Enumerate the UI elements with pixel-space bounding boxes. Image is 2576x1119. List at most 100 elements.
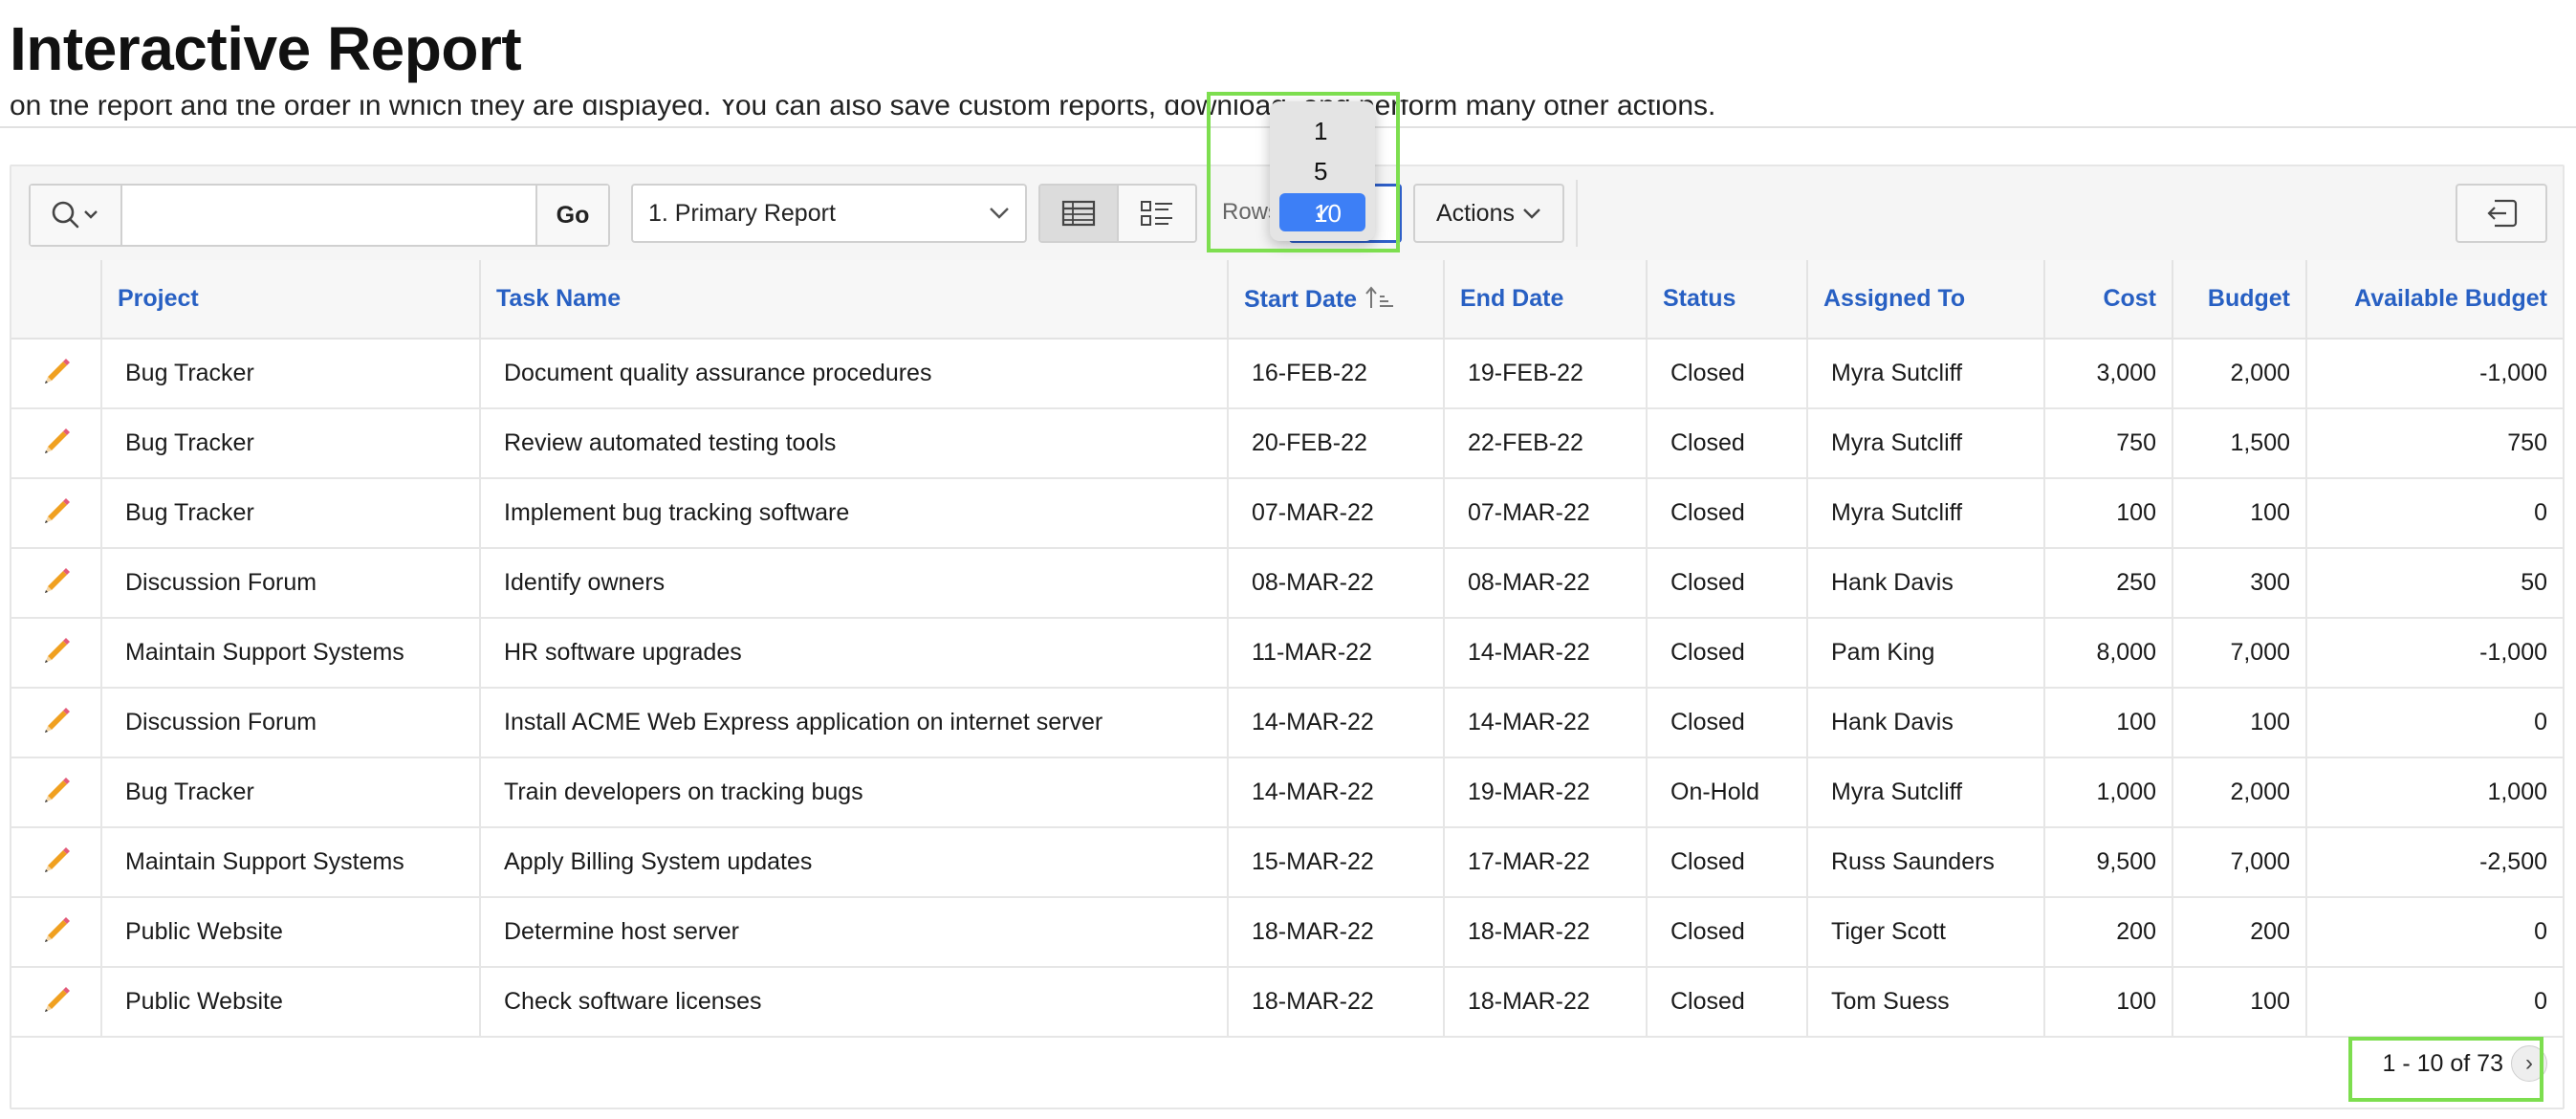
edit-link[interactable] xyxy=(11,339,102,409)
edit-link[interactable] xyxy=(11,408,102,479)
edit-link[interactable] xyxy=(11,757,102,828)
edit-link[interactable] xyxy=(11,827,102,898)
pencil-icon xyxy=(44,359,70,384)
cell-project: Bug Tracker xyxy=(101,478,481,549)
cell-status: Closed xyxy=(1647,548,1808,619)
cell-start-date: 20-FEB-22 xyxy=(1228,408,1445,479)
table-row: Maintain Support Systems HR software upgr… xyxy=(11,618,2563,689)
column-header-label: End Date xyxy=(1460,285,1564,312)
reset-icon xyxy=(2487,199,2518,228)
column-header-project[interactable]: Project xyxy=(101,260,481,340)
pencil-icon xyxy=(44,568,70,593)
column-header-cost[interactable]: Cost xyxy=(2044,260,2173,340)
cell-assigned-to: Myra Sutcliff xyxy=(1807,757,2045,828)
edit-link[interactable] xyxy=(11,688,102,758)
column-header-end-date[interactable]: End Date xyxy=(1444,260,1648,340)
cell-start-date: 07-MAR-22 xyxy=(1228,478,1445,549)
page-description: on the report and the order in which the… xyxy=(10,99,1716,121)
cell-project: Public Website xyxy=(101,897,481,968)
edit-link[interactable] xyxy=(11,548,102,619)
search-bar: Go xyxy=(29,184,610,247)
cell-cost: 250 xyxy=(2044,548,2173,619)
cell-end-date: 14-MAR-22 xyxy=(1444,618,1648,689)
cell-start-date: 11-MAR-22 xyxy=(1228,618,1445,689)
cell-status: Closed xyxy=(1647,688,1808,758)
cell-status: On-Hold xyxy=(1647,757,1808,828)
saved-report-select[interactable]: 1. Primary Report xyxy=(631,184,1027,243)
column-header-status[interactable]: Status xyxy=(1647,260,1808,340)
cell-end-date: 14-MAR-22 xyxy=(1444,688,1648,758)
column-header-task-name[interactable]: Task Name xyxy=(480,260,1229,340)
column-header-start-date[interactable]: Start Date xyxy=(1228,260,1445,340)
cell-task-name: Apply Billing System updates xyxy=(480,827,1229,898)
search-column-selector[interactable] xyxy=(31,186,122,245)
actions-menu-button[interactable]: Actions xyxy=(1413,184,1564,243)
chevron-down-icon xyxy=(990,208,1009,219)
cell-end-date: 22-FEB-22 xyxy=(1444,408,1648,479)
edit-link[interactable] xyxy=(11,897,102,968)
cell-cost: 200 xyxy=(2044,897,2173,968)
table-row: Bug Tracker Train developers on tracking … xyxy=(11,757,2563,828)
table-row: Bug Tracker Implement bug tracking softwa… xyxy=(11,478,2563,549)
pencil-icon xyxy=(44,778,70,802)
rows-option-5[interactable]: 5 xyxy=(1270,151,1375,189)
cell-start-date: 18-MAR-22 xyxy=(1228,967,1445,1038)
pencil-icon xyxy=(44,708,70,733)
list-view-icon xyxy=(1141,201,1172,226)
edit-link[interactable] xyxy=(11,967,102,1038)
next-page-button[interactable]: › xyxy=(2511,1045,2547,1082)
cell-cost: 100 xyxy=(2044,688,2173,758)
cell-project: Bug Tracker xyxy=(101,757,481,828)
interactive-report-region: Go 1. Primary Report Rows Actions Projec… xyxy=(10,165,2565,1109)
table-body: Bug Tracker Document quality assurance pr… xyxy=(11,339,2563,1038)
cell-cost: 100 xyxy=(2044,967,2173,1038)
search-input[interactable] xyxy=(122,186,535,245)
cell-project: Maintain Support Systems xyxy=(101,618,481,689)
table-row: Public Website Determine host server 18-MA… xyxy=(11,897,2563,968)
column-header-label: Assigned To xyxy=(1823,285,1966,312)
cell-budget: 2,000 xyxy=(2172,757,2307,828)
cell-assigned-to: Myra Sutcliff xyxy=(1807,339,2045,409)
table-row: Public Website Check software licenses 18-… xyxy=(11,967,2563,1038)
cell-end-date: 07-MAR-22 xyxy=(1444,478,1648,549)
cell-cost: 9,500 xyxy=(2044,827,2173,898)
column-header-assigned-to[interactable]: Assigned To xyxy=(1807,260,2045,340)
column-header-available-budget[interactable]: Available Budget xyxy=(2306,260,2563,340)
pencil-icon xyxy=(44,987,70,1012)
cell-status: Closed xyxy=(1647,967,1808,1038)
detail-view-button[interactable] xyxy=(1119,186,1195,241)
cell-project: Public Website xyxy=(101,967,481,1038)
go-button[interactable]: Go xyxy=(535,186,608,245)
cell-status: Closed xyxy=(1647,897,1808,968)
cell-project: Bug Tracker xyxy=(101,408,481,479)
cell-start-date: 18-MAR-22 xyxy=(1228,897,1445,968)
chevron-down-icon xyxy=(1523,208,1540,219)
cell-project: Discussion Forum xyxy=(101,688,481,758)
cell-budget: 2,000 xyxy=(2172,339,2307,409)
cell-available-budget: 0 xyxy=(2306,967,2563,1038)
cell-end-date: 18-MAR-22 xyxy=(1444,897,1648,968)
cell-available-budget: 750 xyxy=(2306,408,2563,479)
reset-button[interactable] xyxy=(2456,184,2547,243)
edit-link[interactable] xyxy=(11,478,102,549)
rows-option-10[interactable]: ✓ 10 xyxy=(1279,193,1365,231)
cell-end-date: 17-MAR-22 xyxy=(1444,827,1648,898)
search-icon xyxy=(52,201,98,229)
rows-option-1[interactable]: 1 xyxy=(1270,111,1375,149)
pencil-icon xyxy=(44,428,70,453)
pencil-icon xyxy=(44,498,70,523)
cell-end-date: 08-MAR-22 xyxy=(1444,548,1648,619)
cell-project: Maintain Support Systems xyxy=(101,827,481,898)
column-header-budget[interactable]: Budget xyxy=(2172,260,2307,340)
table-row: Bug Tracker Document quality assurance pr… xyxy=(11,339,2563,409)
cell-end-date: 18-MAR-22 xyxy=(1444,967,1648,1038)
cell-available-budget: -1,000 xyxy=(2306,618,2563,689)
cell-end-date: 19-FEB-22 xyxy=(1444,339,1648,409)
chevron-right-icon: › xyxy=(2525,1050,2533,1076)
edit-link[interactable] xyxy=(11,618,102,689)
cell-task-name: Identify owners xyxy=(480,548,1229,619)
toolbar-separator xyxy=(1207,180,1209,247)
pagination-range: 1 - 10 of 73 xyxy=(2382,1049,2503,1077)
cell-available-budget: -1,000 xyxy=(2306,339,2563,409)
grid-view-button[interactable] xyxy=(1040,186,1119,241)
